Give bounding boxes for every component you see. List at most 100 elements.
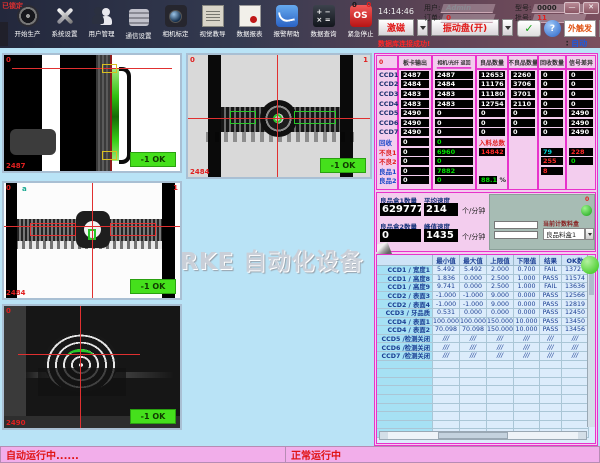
counts-value-cell: 0: [539, 80, 565, 90]
measure-value-cell: ///: [562, 352, 589, 361]
horizontal-scrollbar[interactable]: [379, 431, 587, 440]
counts-value-cell: 0: [567, 89, 595, 99]
right-controls: ✓ ? 外触发: [517, 20, 600, 37]
measure-row-label: CCD6 /检测关闭: [377, 343, 433, 352]
cam4-count: 2490: [6, 419, 25, 427]
user-field[interactable]: Admin: [441, 4, 496, 13]
counts-value-box: 2484: [401, 80, 429, 88]
current-box-select[interactable]: 良品料盒1: [543, 228, 585, 240]
measure-row-label: CCD2 / 表面3: [377, 292, 433, 301]
toolbar-user-management-button[interactable]: 用户管理: [84, 5, 119, 40]
measure-value-cell: ///: [540, 335, 562, 344]
confirm-button[interactable]: ✓: [517, 20, 541, 37]
toolbar-emergency-stop-button[interactable]: OS紧急停止: [343, 5, 378, 40]
start-production-icon: [17, 5, 39, 27]
toolbar-vision-teaching-button[interactable]: 视觉教导: [195, 5, 230, 40]
measure-value-cell: [540, 369, 562, 378]
measure-value-cell: [540, 404, 562, 413]
measure-value-cell: [460, 395, 487, 404]
cam1-part-profile: [119, 67, 131, 164]
counts-value-cell: 0: [539, 108, 565, 118]
counts-value-box: 0: [541, 90, 563, 98]
toolbar-button-label: 系统设置: [52, 28, 78, 38]
counts-value-box: 0: [401, 176, 429, 184]
close-button[interactable]: ✕: [583, 2, 599, 14]
measure-value-cell: -1.000: [460, 292, 487, 301]
counts-value-box: 0: [479, 109, 505, 117]
counts-value-cell: [509, 166, 537, 176]
counts-column-header: 相机/光纤 返回: [437, 57, 471, 68]
measure-value-cell: [487, 412, 514, 421]
cam4-shadow-mask: [38, 368, 126, 396]
box-input-2[interactable]: [494, 231, 538, 239]
measure-value-cell: [433, 395, 460, 404]
camera-view-2[interactable]: 0 1 2484 -1 OK: [186, 53, 372, 179]
excite-button[interactable]: 激磁: [378, 19, 414, 36]
counts-value-cell: 0: [477, 128, 507, 138]
camera-view-3[interactable]: 0 a 1 2484 -1 OK: [2, 181, 182, 300]
toolbar-comm-settings-button[interactable]: 通信设置: [121, 5, 156, 40]
measure-value-cell: [514, 412, 540, 421]
current-box-dropdown-arrow[interactable]: [585, 228, 594, 240]
measure-row-label: [377, 395, 433, 404]
counts-value-box: 0: [511, 109, 535, 117]
counts-value-cell: 0: [509, 118, 537, 128]
cam3-corner-index: 1: [173, 184, 178, 192]
cam2-result-badge: -1 OK: [320, 158, 366, 173]
data-report-icon: [239, 5, 261, 27]
counts-value-box: 2490: [569, 119, 593, 127]
help-button[interactable]: ?: [544, 20, 561, 37]
measure-value-cell: ///: [540, 352, 562, 361]
measure-value-cell: [433, 369, 460, 378]
scroll-thumb[interactable]: [438, 432, 508, 439]
measure-value-cell: ///: [460, 352, 487, 361]
toolbar-data-query-button[interactable]: 数据查询: [306, 5, 341, 40]
measure-value-cell: -1.000: [460, 300, 487, 309]
counts-value-box: 0: [569, 71, 593, 79]
counts-row-label: CCD1: [377, 70, 397, 80]
current-box-panel: 当前计数料盒 良品料盒1 0: [489, 194, 595, 250]
counts-value-box: 2110: [511, 100, 535, 108]
unit-label: 个/分钟: [462, 206, 485, 216]
camera-view-1[interactable]: 0 2487 -1 OK: [2, 53, 182, 173]
measure-value-cell: ///: [514, 343, 540, 352]
measure-value-cell: ///: [562, 343, 589, 352]
counts-value-cell: 0: [477, 118, 507, 128]
counts-value-box: 3706: [511, 80, 535, 88]
order-field[interactable]: 0: [441, 14, 496, 23]
toolbar-alarm-help-button[interactable]: 报警帮助: [269, 5, 304, 40]
measure-value-cell: 1.000: [514, 275, 540, 284]
minimize-button[interactable]: —: [564, 2, 580, 14]
cam2-crosshair-horizontal: [188, 118, 370, 119]
counts-value-cell: 3706: [509, 80, 537, 90]
measure-value-cell: 12566: [562, 292, 589, 301]
camera-view-4[interactable]: 0 2490 -1 OK: [2, 304, 182, 430]
scroll-left-arrow[interactable]: [380, 432, 388, 439]
toolbar-data-report-button[interactable]: 数据报表: [232, 5, 267, 40]
counts-value-cell: 3701: [509, 89, 537, 99]
trigger-mode-select[interactable]: 外触发: [564, 20, 596, 37]
measure-value-cell: ///: [562, 335, 589, 344]
measure-value-cell: [433, 361, 460, 370]
scroll-right-arrow[interactable]: [578, 432, 586, 439]
toolbar-button-label: 视觉教导: [200, 28, 226, 38]
counts-value-box: 0: [569, 100, 593, 108]
titlebar: 已锁定 开始生产系统设置用户管理通信设置相机标定视觉教导数据报表报警帮助数据查询…: [0, 0, 600, 48]
estop-counters: 0 0: [352, 1, 371, 9]
toolbar-camera-calibration-button[interactable]: 相机标定: [158, 5, 193, 40]
measure-value-cell: [540, 361, 562, 370]
counts-value-cell: 12653: [477, 70, 507, 80]
measure-value-cell: 12450: [562, 309, 589, 318]
box-input-1[interactable]: [494, 221, 538, 229]
counts-value-box: 3701: [511, 90, 535, 98]
vertical-scrollbar[interactable]: [587, 255, 595, 427]
vibration-dropdown-arrow[interactable]: [502, 19, 513, 36]
main-area: RKE 自动化设备 0 2487 -1 OK: [0, 48, 600, 446]
measure-row-label: [377, 361, 433, 370]
measure-value-cell: 5.492: [433, 266, 460, 275]
toolbar-system-settings-button[interactable]: 系统设置: [47, 5, 82, 40]
toolbar-start-production-button[interactable]: 开始生产: [10, 5, 45, 40]
cam4-corner-index: 0: [6, 307, 11, 315]
green-indicator-ball[interactable]: [581, 256, 599, 274]
unit-label: 个/分钟: [462, 232, 485, 242]
